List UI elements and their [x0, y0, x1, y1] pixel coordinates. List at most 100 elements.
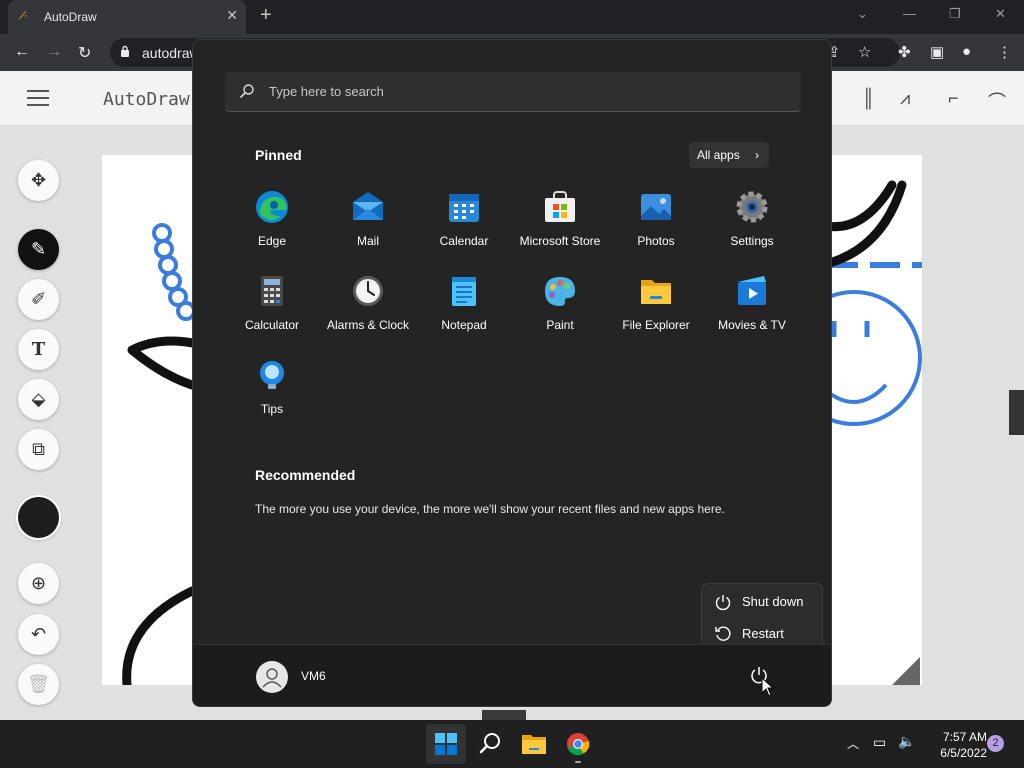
notepad-icon	[452, 277, 476, 306]
recommended-empty-text: The more you use your device, the more w…	[255, 502, 725, 516]
edge-icon	[256, 191, 288, 223]
autodraw-favicon-icon: ⁄·	[22, 10, 28, 22]
restore-icon[interactable]: ❐	[949, 6, 961, 22]
calendar-icon	[449, 194, 479, 222]
mail-icon	[353, 192, 383, 220]
page-scroll-indicator[interactable]	[1009, 390, 1024, 435]
taskbar-file-explorer[interactable]	[514, 724, 554, 764]
search-icon	[240, 84, 254, 98]
pinned-app-paint[interactable]: Paint	[512, 274, 608, 354]
notification-badge[interactable]: 2	[987, 735, 1004, 752]
suggestion-boot-icon[interactable]: ⌐	[948, 88, 959, 109]
taskbar-clock[interactable]: 7:57 AM 6/5/2022	[925, 729, 987, 761]
volume-icon[interactable]: 🔈	[898, 733, 915, 750]
hidden-icons-chevron-icon[interactable]: ︿	[847, 735, 859, 752]
start-menu-footer: VM6	[193, 644, 831, 706]
power-menu: Shut down Restart	[701, 583, 823, 651]
start-menu: Type here to search Pinned All apps › Ed…	[192, 39, 832, 707]
extensions-puzzle-icon[interactable]: ✤	[898, 43, 911, 61]
folder-icon	[522, 735, 546, 754]
side-panel-icon[interactable]: ▣	[930, 43, 944, 61]
pinned-app-movies-tv[interactable]: Movies & TV	[704, 274, 800, 354]
canvas-resize-handle	[892, 657, 920, 685]
undo-icon: ↶	[30, 624, 47, 644]
all-apps-button[interactable]: All apps ›	[689, 142, 769, 168]
suggestion-shoe-icon[interactable]: ⩘	[900, 88, 910, 109]
delete-button[interactable]: 🗑	[18, 664, 59, 705]
pinned-app-microsoft-store[interactable]: Microsoft Store	[512, 190, 608, 270]
movies-icon	[738, 276, 766, 305]
taskbar-chrome[interactable]	[558, 724, 598, 764]
autodraw-pencil-icon: ✎	[30, 239, 47, 259]
all-apps-label: All apps	[697, 148, 740, 162]
chrome-icon	[567, 733, 590, 763]
network-icon[interactable]: ▭	[873, 734, 886, 751]
start-button[interactable]	[426, 724, 466, 764]
user-avatar[interactable]	[256, 661, 288, 693]
fill-tool-button[interactable]: ⬙	[18, 379, 59, 420]
shutdown-menu-item[interactable]: Shut down	[702, 586, 824, 616]
forward-icon[interactable]: →	[46, 43, 62, 61]
taskbar-preview-tab	[482, 710, 526, 720]
pinned-app-mail[interactable]: Mail	[320, 190, 416, 270]
browser-tab-strip: ⁄· AutoDraw ✕ + ⌄ — ❐ ✕	[0, 0, 1024, 34]
pinned-app-file-explorer[interactable]: File Explorer	[608, 274, 704, 354]
back-icon[interactable]: ←	[14, 43, 30, 61]
taskbar-search-button[interactable]	[470, 724, 510, 764]
pinned-app-calendar[interactable]: Calendar	[416, 190, 512, 270]
menu-icon[interactable]	[27, 90, 49, 106]
clock-time: 7:57 AM	[942, 730, 987, 744]
tab-search-chevron-icon[interactable]: ⌄	[857, 6, 868, 22]
text-tool-button[interactable]: T	[18, 329, 59, 370]
pinned-app-calculator[interactable]: Calculator	[224, 274, 320, 354]
reload-icon[interactable]: ↻	[78, 43, 91, 63]
tips-icon	[260, 361, 284, 389]
tab-close-icon[interactable]: ✕	[226, 7, 238, 24]
pinned-app-photos[interactable]: Photos	[608, 190, 704, 270]
user-icon	[262, 668, 282, 688]
autodraw-logo: AutoDraw	[103, 89, 190, 110]
search-placeholder: Type here to search	[269, 84, 384, 99]
zoom-button[interactable]: ⊕	[18, 563, 59, 604]
clock-icon	[353, 276, 383, 306]
chevron-right-icon: ›	[755, 148, 759, 162]
draw-tool-button[interactable]: ✐	[18, 279, 59, 320]
browser-tab[interactable]: ⁄· AutoDraw ✕	[8, 0, 246, 34]
pinned-app-tips[interactable]: Tips	[224, 358, 320, 438]
pencil-icon: ✐	[30, 289, 47, 309]
search-icon	[479, 733, 500, 754]
trash-icon: 🗑	[27, 674, 50, 694]
undo-button[interactable]: ↶	[18, 614, 59, 655]
photos-icon	[641, 194, 671, 220]
bookmark-star-icon[interactable]: ☆	[858, 43, 871, 61]
move-icon: ✥	[30, 170, 47, 190]
mouse-cursor-icon	[761, 677, 775, 697]
taskbar: ︿ ▭ 🔈 7:57 AM 6/5/2022 2	[0, 710, 1024, 768]
minimize-icon[interactable]: —	[903, 6, 916, 21]
start-search-box[interactable]: Type here to search	[225, 72, 801, 112]
new-tab-icon[interactable]: +	[260, 4, 272, 27]
pinned-app-notepad[interactable]: Notepad	[416, 274, 512, 354]
more-menu-icon[interactable]: ⋮	[997, 43, 1012, 61]
paint-bucket-icon: ⬙	[31, 389, 46, 409]
shape-tool-button[interactable]: ⧉	[18, 429, 59, 470]
profile-icon[interactable]: ●	[962, 43, 971, 60]
settings-icon	[736, 191, 768, 223]
pinned-app-alarms-clock[interactable]: Alarms & Clock	[320, 274, 416, 354]
calculator-icon	[261, 276, 283, 306]
store-icon	[545, 191, 575, 222]
window-close-icon[interactable]: ✕	[995, 6, 1006, 22]
paint-icon	[545, 277, 575, 306]
folder-icon	[641, 280, 671, 304]
color-picker[interactable]	[18, 497, 59, 538]
suggestion-slipper-icon[interactable]: ⌒	[988, 88, 1006, 114]
move-tool-button[interactable]: ✥	[18, 160, 59, 201]
recommended-heading: Recommended	[255, 467, 356, 483]
power-icon	[715, 595, 731, 611]
windows-logo-icon	[435, 733, 457, 755]
pinned-app-edge[interactable]: Edge	[224, 190, 320, 270]
autodraw-tool-button[interactable]: ✎	[18, 229, 59, 270]
suggestion-sock-icon[interactable]: ║	[862, 88, 875, 109]
pinned-app-settings[interactable]: Settings	[704, 190, 800, 270]
shapes-icon: ⧉	[32, 439, 45, 459]
